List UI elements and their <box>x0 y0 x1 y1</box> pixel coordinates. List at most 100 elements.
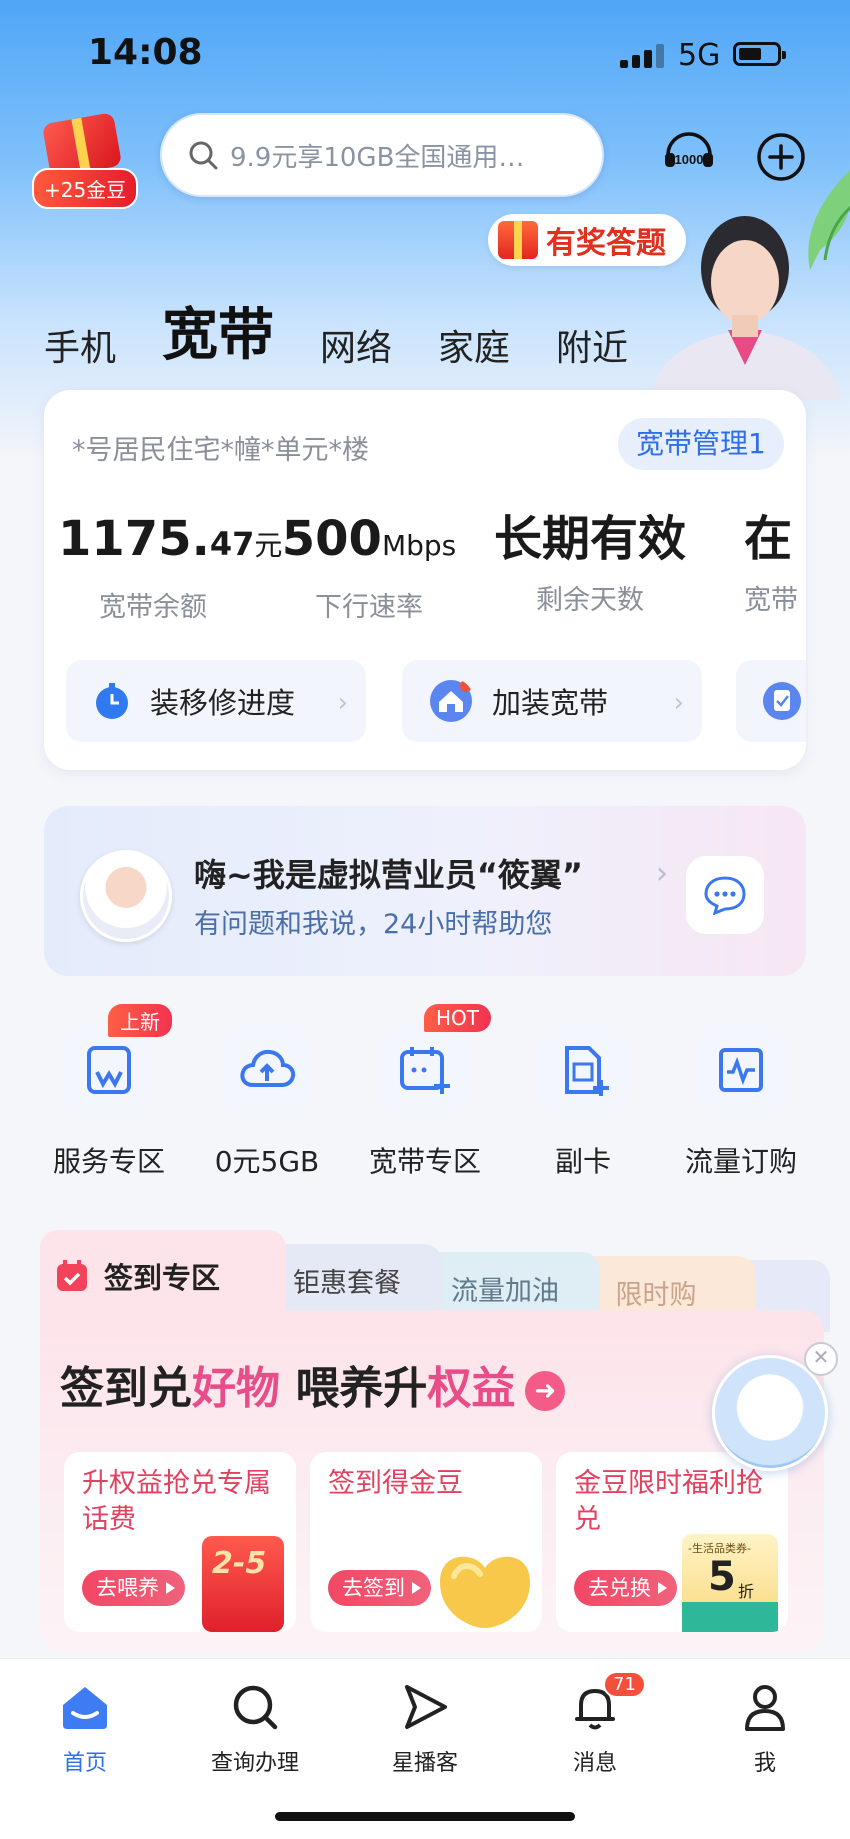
nav-query[interactable]: 查询办理 <box>185 1679 325 1777</box>
nav-podcast[interactable]: 星播客 <box>355 1679 495 1777</box>
search-icon <box>189 141 218 170</box>
stat-status[interactable]: 在 宽带 <box>744 510 806 617</box>
headline-highlight: 好物 <box>192 1363 280 1414</box>
stat-speed-unit: Mbps <box>381 529 457 562</box>
service-add-label: 加装宽带 <box>492 686 609 720</box>
stat-balance-dec: 47 <box>209 525 255 563</box>
plant-decoration-icon <box>808 170 850 270</box>
nav-label: 查询办理 <box>210 1751 299 1776</box>
tab-signin-zone[interactable]: 签到专区 <box>40 1230 286 1322</box>
red-packet-amount: 2-5 <box>212 1546 267 1581</box>
headline-part: 喂养升 <box>280 1363 428 1414</box>
network-type: 5G <box>678 38 721 73</box>
tab-phone[interactable]: 手机 <box>44 319 116 371</box>
coupon-unit: 折 <box>738 1582 755 1601</box>
chat-button[interactable] <box>686 856 764 934</box>
broadband-card: *号居民住宅*幢*单元*楼 宽带管理1 1175.47元 宽带余额 500Mbp… <box>44 390 806 770</box>
search-input[interactable]: 9.9元享10GB全国通用… <box>160 113 604 197</box>
battery-icon <box>733 42 786 66</box>
nav-me[interactable]: 我 <box>695 1679 835 1777</box>
home-indicator <box>275 1812 575 1821</box>
hotline-10000-icon[interactable]: 1000 <box>660 125 718 183</box>
nav-label: 我 <box>753 1751 776 1776</box>
signal-icon <box>620 44 664 68</box>
coupon-discount: 5 <box>708 1554 736 1600</box>
data-traffic-icon <box>719 1048 763 1092</box>
svg-text:1000: 1000 <box>675 152 704 167</box>
quick-data-order[interactable]: 流量订购 <box>662 1010 820 1180</box>
service-more[interactable] <box>736 660 806 742</box>
nav-label: 星播客 <box>391 1751 458 1776</box>
search-placeholder: 9.9元享10GB全国通用… <box>230 142 525 173</box>
stat-status-label: 宽带 <box>744 585 798 616</box>
service-zone-icon <box>87 1046 131 1094</box>
stat-validity[interactable]: 长期有效 剩余天数 <box>490 510 690 617</box>
calendar-plus-icon <box>400 1047 450 1094</box>
service-add-broadband[interactable]: 加装宽带 › <box>402 660 702 742</box>
broadband-manage-button[interactable]: 宽带管理1 <box>618 418 784 470</box>
coupon-envelope <box>682 1602 778 1632</box>
quick-service-zone[interactable]: 上新 服务专区 <box>30 1004 188 1180</box>
chat-bubble-icon <box>704 876 746 915</box>
house-icon <box>430 680 472 722</box>
signin-body[interactable]: 签到兑好物 喂养升权益 ➜ 升权益抢兑专属话费 去喂养 2-5 签到得金豆 去签到… <box>40 1310 824 1652</box>
send-arrow-icon <box>405 1685 447 1729</box>
tile-coin-exchange[interactable]: 金豆限时福利抢兑 去兑换 -生活品类券- 5 折 <box>556 1452 788 1632</box>
signin-section: 限时购 流量加油 钜惠套餐 签到专区 签到兑好物 喂养升权益 ➜ 升权益抢兑专属话… <box>40 1230 830 1652</box>
gift-icon <box>498 221 538 259</box>
stat-validity-label: 剩余天数 <box>536 585 644 616</box>
category-tabs: 手机 宽带 网络 家庭 附近 <box>44 290 674 371</box>
gold-bean-icon <box>440 1556 530 1628</box>
red-packet-icon: 2-5 <box>202 1536 284 1632</box>
nav-label: 消息 <box>572 1751 617 1776</box>
quick-free-5gb[interactable]: 0元5GB <box>188 1010 346 1180</box>
cloud-upload-icon <box>240 1049 296 1087</box>
gold-coin-badge[interactable]: +25金豆 <box>28 110 139 209</box>
hot-badge: HOT <box>424 1004 491 1032</box>
broadband-address: *号居民住宅*幢*单元*楼 <box>72 435 369 466</box>
quick-label: 服务专区 <box>52 1145 165 1178</box>
exchange-button[interactable]: 去兑换 <box>574 1570 677 1606</box>
stat-balance-label: 宽带余额 <box>99 592 207 623</box>
service-install-progress[interactable]: 装移修进度 › <box>66 660 366 742</box>
tile-title: 升权益抢兑专属话费 <box>82 1468 271 1535</box>
assistant-subtitle: 有问题和我说，24小时帮助您 <box>194 909 553 940</box>
signin-tab-label: 签到专区 <box>104 1261 221 1295</box>
tab-network[interactable]: 网络 <box>320 319 392 371</box>
stat-balance-int: 1175. <box>58 511 210 567</box>
message-count-badge: 71 <box>603 1671 646 1698</box>
arrow-right-icon[interactable]: ➜ <box>525 1371 566 1411</box>
tab-broadband[interactable]: 宽带 <box>162 290 274 371</box>
virtual-assistant-banner[interactable]: 嗨~我是虚拟营业员“筱翼” 有问题和我说，24小时帮助您 › <box>44 806 806 976</box>
tab-home[interactable]: 家庭 <box>438 319 510 371</box>
tile-signin-coins[interactable]: 签到得金豆 去签到 <box>310 1452 542 1632</box>
tile-upgrade-credit[interactable]: 升权益抢兑专属话费 去喂养 2-5 <box>64 1452 296 1632</box>
chevron-right-icon: › <box>673 688 684 718</box>
assistant-avatar <box>80 850 172 942</box>
chevron-right-icon: › <box>656 856 668 891</box>
nav-messages[interactable]: 71 消息 <box>525 1671 665 1777</box>
feed-button[interactable]: 去喂养 <box>82 1570 185 1606</box>
signin-button[interactable]: 去签到 <box>328 1570 431 1606</box>
quick-broadband-zone[interactable]: HOT 宽带专区 <box>346 1004 504 1180</box>
headline-highlight: 权益 <box>427 1363 516 1414</box>
document-icon <box>763 682 801 720</box>
quick-label: 流量订购 <box>684 1145 797 1178</box>
stat-status-value: 在 <box>744 511 793 567</box>
calendar-check-icon <box>57 1260 87 1291</box>
stat-speed[interactable]: 500Mbps 下行速率 <box>276 510 462 624</box>
new-badge: 上新 <box>108 1004 172 1037</box>
quick-label: 副卡 <box>554 1145 611 1178</box>
search-icon <box>233 1685 278 1730</box>
tab-nearby[interactable]: 附近 <box>556 319 628 371</box>
close-icon[interactable]: ✕ <box>804 1342 838 1376</box>
tile-title: 金豆限时福利抢兑 <box>574 1468 763 1535</box>
quick-secondary-card[interactable]: 副卡 <box>504 1010 662 1180</box>
home-icon <box>63 1687 107 1729</box>
quick-links: 上新 服务专区 0元5GB HOT 宽带专区 副卡 流量订购 <box>30 1004 820 1180</box>
chevron-right-icon: › <box>337 688 348 718</box>
sim-card-icon <box>565 1046 609 1096</box>
stat-balance[interactable]: 1175.47元 宽带余额 <box>58 510 282 624</box>
signin-tabs: 限时购 流量加油 钜惠套餐 签到专区 <box>40 1230 830 1332</box>
nav-home[interactable]: 首页 <box>15 1679 155 1777</box>
